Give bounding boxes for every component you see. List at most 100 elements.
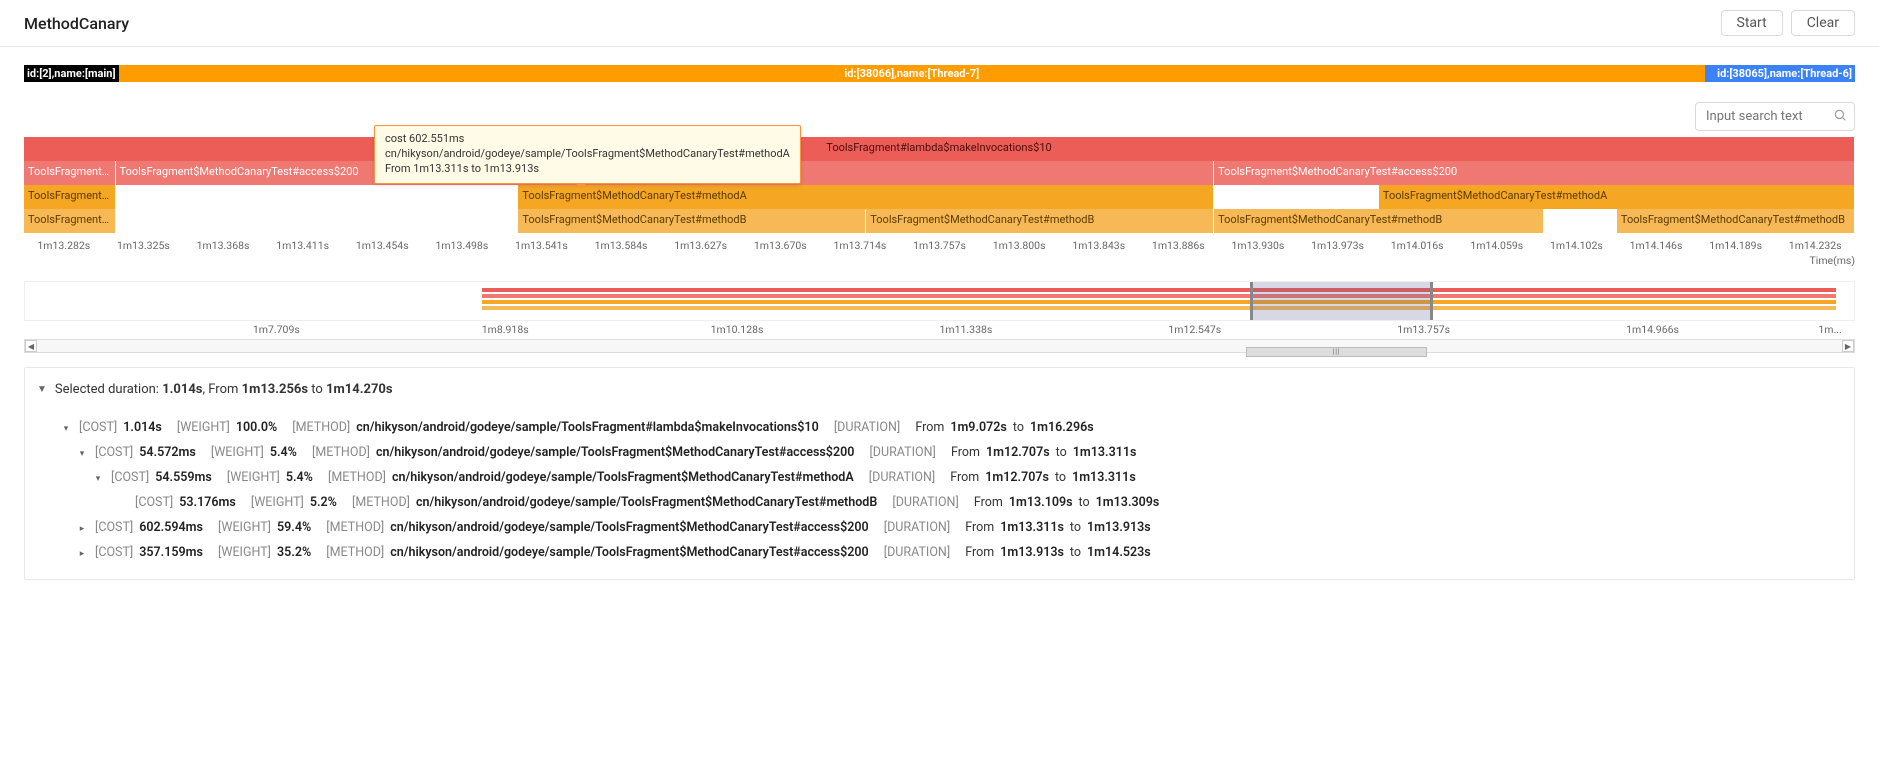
axis-tick: 1m13.930s	[1218, 239, 1298, 252]
sel-prefix: Selected duration:	[55, 382, 162, 397]
minimap-tick: 1m...	[1818, 323, 1841, 336]
method-label: [METHOD]	[328, 465, 386, 490]
thread-main[interactable]: id:[2],name:[main]	[24, 65, 119, 82]
header-buttons: Start Clear	[1721, 10, 1856, 36]
flame-graph[interactable]: cost 602.551ms cn/hikyson/android/godeye…	[24, 137, 1855, 233]
from-word: From	[951, 440, 980, 465]
axis-tick: 1m13.541s	[502, 239, 582, 252]
flame-block[interactable]: ToolsFragment$MethodCanaryTest#access$20…	[1214, 161, 1855, 185]
from-word: From	[915, 415, 944, 440]
header: MethodCanary Start Clear	[0, 0, 1879, 47]
chevron-icon[interactable]: ▸	[75, 520, 89, 538]
from-value: 1m13.311s	[1000, 515, 1064, 540]
weight-label: [WEIGHT]	[218, 515, 271, 540]
method-label: [METHOD]	[352, 490, 410, 515]
method-value: cn/hikyson/android/godeye/sample/ToolsFr…	[376, 440, 854, 465]
weight-label: [WEIGHT]	[211, 440, 264, 465]
page-title: MethodCanary	[24, 14, 129, 33]
weight-label: [WEIGHT]	[177, 415, 230, 440]
to-value: 1m13.311s	[1073, 440, 1137, 465]
scroll-left-icon[interactable]: ◀	[25, 340, 37, 352]
axis-tick: 1m13.282s	[24, 239, 104, 252]
chevron-icon[interactable]: ▾	[75, 445, 89, 463]
flame-block[interactable]: ToolsFragment$MethodCanaryTest#methodB	[24, 209, 116, 233]
sel-dur: 1.014s	[162, 382, 202, 397]
tree-row[interactable]: ▸[COST] 357.159ms [WEIGHT] 35.2% [METHOD…	[37, 540, 1842, 565]
sel-to-word: to	[308, 382, 326, 397]
tree-row[interactable]: ▾[COST] 54.559ms [WEIGHT] 5.4% [METHOD] …	[37, 465, 1842, 490]
axis-tick: 1m14.189s	[1696, 239, 1776, 252]
clear-button[interactable]: Clear	[1791, 10, 1855, 36]
axis-tick: 1m13.886s	[1139, 239, 1219, 252]
panel-header[interactable]: ▼ Selected duration: 1.014s, From 1m13.2…	[37, 382, 1842, 397]
chevron-icon[interactable]: ▸	[75, 545, 89, 563]
to-word: to	[1070, 515, 1081, 540]
search-input[interactable]	[1695, 102, 1855, 131]
flame-block[interactable]: ToolsFragment$MethodCanaryTest#methodB	[518, 209, 866, 233]
cost-label: [COST]	[135, 490, 173, 515]
to-value: 1m13.311s	[1072, 465, 1136, 490]
minimap-scrollbar[interactable]: ◀ ||| ▶	[24, 339, 1855, 353]
chevron-down-icon[interactable]: ▼	[37, 384, 47, 395]
axis-tick: 1m13.454s	[342, 239, 422, 252]
method-label: [METHOD]	[312, 440, 370, 465]
duration-label: [DURATION]	[834, 415, 900, 440]
axis-tick: 1m13.368s	[183, 239, 263, 252]
flame-block[interactable]: ToolsFragment$MethodCanaryTest#methodA	[24, 185, 116, 209]
sel-from: 1m13.256s	[242, 382, 308, 397]
chevron-icon[interactable]: ▾	[59, 420, 73, 438]
duration-label: [DURATION]	[869, 440, 935, 465]
to-value: 1m13.309s	[1096, 490, 1160, 515]
minimap-tick: 1m13.757s	[1397, 323, 1450, 336]
cost-label: [COST]	[79, 415, 117, 440]
weight-value: 35.2%	[277, 540, 311, 565]
cost-value: 1.014s	[123, 415, 162, 440]
flame-block[interactable]: ToolsFragment$MethodCanaryTest#methodB	[866, 209, 1214, 233]
search-icon[interactable]	[1833, 108, 1847, 126]
cost-label: [COST]	[111, 465, 149, 490]
tree-row[interactable]: ▾[COST] 1.014s [WEIGHT] 100.0% [METHOD] …	[37, 415, 1842, 440]
thread-7[interactable]: id:[38066],name:[Thread-7]	[119, 65, 1705, 82]
flame-block[interactable]: ToolsFragment$MethodCanaryTest#methodA	[518, 185, 1214, 209]
flame-tooltip: cost 602.551ms cn/hikyson/android/godeye…	[374, 125, 801, 184]
minimap-tick: 1m7.709s	[253, 323, 300, 336]
to-value: 1m13.913s	[1087, 515, 1151, 540]
weight-value: 100.0%	[236, 415, 277, 440]
from-value: 1m13.913s	[1000, 540, 1064, 565]
tree-row[interactable]: ▸[COST] 602.594ms [WEIGHT] 59.4% [METHOD…	[37, 515, 1842, 540]
thread-bar[interactable]: id:[2],name:[main] id:[38066],name:[Thre…	[24, 65, 1855, 82]
minimap-selection[interactable]	[1250, 282, 1433, 320]
search-box	[1695, 102, 1855, 131]
to-value: 1m16.296s	[1030, 415, 1094, 440]
axis-label: Time(ms)	[24, 254, 1855, 267]
flame-block[interactable]: ToolsFragment$MethodCanaryTest#methodB	[1617, 209, 1855, 233]
axis-tick: 1m13.714s	[820, 239, 900, 252]
start-button[interactable]: Start	[1721, 10, 1783, 36]
details-panel: ▼ Selected duration: 1.014s, From 1m13.2…	[24, 367, 1855, 580]
from-value: 1m9.072s	[950, 415, 1007, 440]
chevron-icon[interactable]: ▾	[91, 470, 105, 488]
minimap[interactable]: 1m7.709s1m8.918s1m10.128s1m11.338s1m12.5…	[24, 281, 1855, 353]
time-axis: 1m13.282s1m13.325s1m13.368s1m13.411s1m13…	[24, 239, 1855, 252]
method-value: cn/hikyson/android/godeye/sample/ToolsFr…	[416, 490, 877, 515]
duration-label: [DURATION]	[884, 540, 950, 565]
flame-block[interactable]: ToolsFragment$MethodCanaryTest#methodB	[1214, 209, 1544, 233]
flame-block[interactable]: ToolsFragment$MethodCanaryTest#methodA	[1379, 185, 1855, 209]
tooltip-cost: cost 602.551ms	[385, 132, 790, 147]
scroll-right-icon[interactable]: ▶	[1842, 340, 1854, 352]
tree-row[interactable]: ▾[COST] 54.572ms [WEIGHT] 5.4% [METHOD] …	[37, 440, 1842, 465]
to-word: to	[1013, 415, 1024, 440]
method-label: [METHOD]	[292, 415, 350, 440]
axis-tick: 1m13.973s	[1298, 239, 1378, 252]
scroll-thumb[interactable]: |||	[1246, 347, 1427, 357]
cost-value: 53.176ms	[179, 490, 236, 515]
duration-label: [DURATION]	[892, 490, 958, 515]
flame-block[interactable]: ToolsFragment#lambda$makeInvocations$10	[24, 137, 1855, 161]
cost-label: [COST]	[95, 440, 133, 465]
method-label: [METHOD]	[326, 515, 384, 540]
flame-block[interactable]: ToolsFragment$MethodCanaryTest#access$20…	[24, 161, 116, 185]
tree-row[interactable]: [COST] 53.176ms [WEIGHT] 5.2% [METHOD] c…	[37, 490, 1842, 515]
tooltip-method: cn/hikyson/android/godeye/sample/ToolsFr…	[385, 147, 790, 162]
minimap-tick: 1m11.338s	[940, 323, 993, 336]
thread-6[interactable]: id:[38065],name:[Thread-6]	[1705, 65, 1855, 82]
